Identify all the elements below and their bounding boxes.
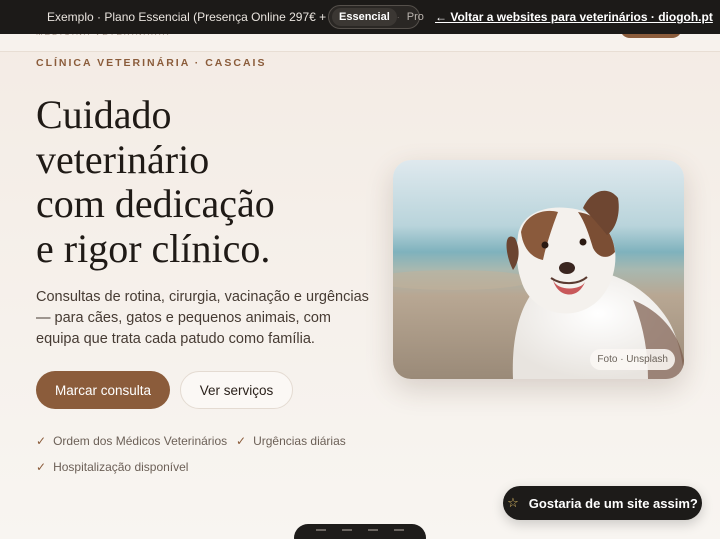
- view-services-button[interactable]: Ver serviços: [180, 371, 293, 409]
- feature-label: Hospitalização disponível: [53, 460, 189, 474]
- hero-title: Cuidado veterinário com dedicação e rigo…: [36, 92, 366, 271]
- toolbar-icon[interactable]: [368, 529, 378, 535]
- toolbar-icon[interactable]: [316, 529, 326, 535]
- demo-banner: Exemplo · Plano Essencial (Presença Onli…: [0, 0, 720, 34]
- toolbar-icon[interactable]: [342, 529, 352, 535]
- hero-photo: Foto · Unsplash: [393, 160, 684, 379]
- hero-description: Consultas de rotina, cirurgia, vacinação…: [36, 289, 369, 347]
- check-icon: ✓: [236, 434, 247, 448]
- toolbar-icon[interactable]: [394, 529, 404, 535]
- bottom-toolbar[interactable]: [294, 524, 426, 539]
- feature-item: ✓ Urgências diárias: [236, 434, 346, 448]
- hero-title-line: com dedicação: [36, 181, 275, 226]
- hero-title-line: e rigor clínico.: [36, 225, 271, 271]
- check-icon: ✓: [36, 460, 47, 474]
- hero-eyebrow: CLÍNICA VETERINÁRIA · CASCAIS: [36, 57, 267, 69]
- check-icon: ✓: [36, 434, 47, 448]
- photo-credit: Foto · Unsplash: [590, 349, 675, 370]
- plan-option-pro[interactable]: Pro: [400, 8, 431, 26]
- feature-label: Urgências diárias: [253, 434, 346, 448]
- demo-plan-text: Exemplo · Plano Essencial (Presença Onli…: [47, 10, 352, 24]
- feature-item: ✓ Hospitalização disponível: [36, 460, 188, 474]
- back-link[interactable]: ← Voltar a websites para veterinários · …: [435, 10, 713, 24]
- plan-toggle[interactable]: Essencial · Pro: [328, 5, 424, 29]
- plan-option-essencial[interactable]: Essencial: [332, 8, 397, 26]
- hero-title-line: Cuidado: [36, 92, 172, 137]
- feature-item: ✓ Ordem dos Médicos Veterinários: [36, 434, 227, 448]
- hero-title-line: veterinário: [36, 136, 210, 182]
- floating-cta-button[interactable]: ☆ Gostaria de um site assim?: [503, 486, 702, 520]
- feature-label: Ordem dos Médicos Veterinários: [53, 434, 228, 448]
- dog-photo: [393, 160, 684, 379]
- book-appointment-button[interactable]: Marcar consulta: [36, 371, 170, 409]
- floating-cta-label: Gostaria de um site assim?: [528, 495, 698, 511]
- star-icon: ☆: [507, 495, 519, 510]
